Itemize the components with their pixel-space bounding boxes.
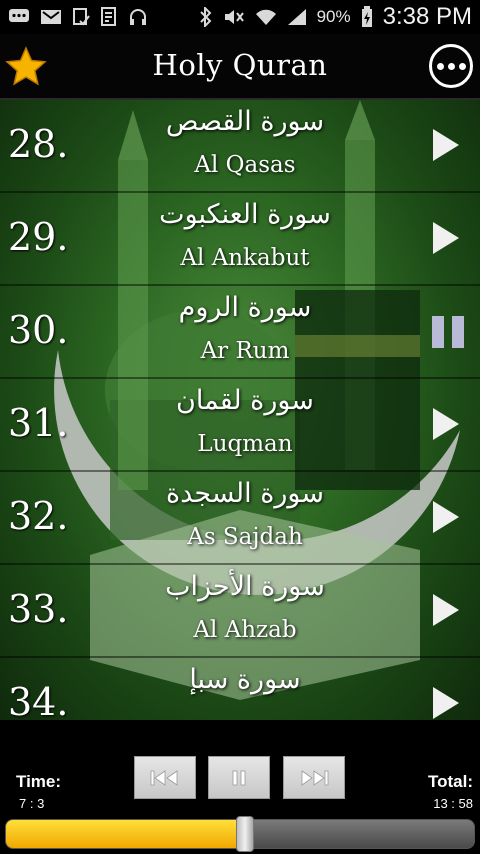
play-icon[interactable]: [433, 594, 459, 626]
surah-arabic-name: سورة لقمان: [176, 385, 314, 416]
surah-number: 31.: [8, 401, 69, 445]
chat-icon: [8, 8, 30, 26]
surah-list[interactable]: 28. سورة القصص Al Qasas 29. سورة العنكبو…: [0, 100, 480, 720]
page-title: Holy Quran: [152, 48, 328, 82]
current-time: 7 : 3: [19, 796, 45, 811]
surah-arabic-name: سورة العنكبوت: [159, 199, 331, 230]
list-item[interactable]: 28. سورة القصص Al Qasas: [0, 100, 480, 193]
play-icon[interactable]: [433, 222, 459, 254]
status-time: 3:38 PM: [382, 3, 472, 30]
play-icon[interactable]: [433, 687, 459, 719]
list-item[interactable]: 30. سورة الروم Ar Rum: [0, 286, 480, 379]
next-icon: [301, 769, 329, 786]
pause-icon: [232, 770, 246, 785]
pause-button[interactable]: [208, 756, 270, 799]
list-item[interactable]: 34. سورة سبإ: [0, 658, 480, 720]
surah-number: 32.: [8, 494, 69, 538]
task-icon: [72, 7, 90, 27]
more-options-icon: [436, 62, 444, 70]
total-time: 13 : 58: [433, 796, 473, 811]
surah-arabic-name: سورة الروم: [178, 292, 312, 323]
mute-icon: [223, 8, 245, 26]
surah-number: 30.: [8, 308, 69, 352]
seek-progress: [6, 820, 246, 848]
bluetooth-icon: [199, 7, 213, 27]
surah-english-name: As Sajdah: [187, 524, 303, 550]
document-icon: [100, 7, 118, 27]
play-icon[interactable]: [433, 501, 459, 533]
surah-arabic-name: سورة السجدة: [166, 478, 324, 509]
surah-english-name: Luqman: [197, 431, 293, 457]
gmail-icon: [40, 9, 62, 25]
surah-number: 33.: [8, 587, 69, 631]
audio-player: Time: 7 : 3 Total: 13 : 58: [0, 720, 480, 854]
status-bar: 90% 3:38 PM: [0, 0, 480, 34]
list-item[interactable]: 31. سورة لقمان Luqman: [0, 379, 480, 472]
status-right: 90% 3:38 PM: [199, 3, 472, 31]
surah-english-name: Ar Rum: [200, 338, 290, 364]
list-item[interactable]: 29. سورة العنكبوت Al Ankabut: [0, 193, 480, 286]
play-icon[interactable]: [433, 129, 459, 161]
list-item[interactable]: 33. سورة الأحزاب Al Ahzab: [0, 565, 480, 658]
next-button[interactable]: [283, 756, 345, 799]
previous-button[interactable]: [134, 756, 196, 799]
list-item[interactable]: 32. سورة السجدة As Sajdah: [0, 472, 480, 565]
battery-percent: 90%: [316, 7, 351, 26]
surah-number: 29.: [8, 215, 69, 259]
seek-thumb[interactable]: [235, 816, 254, 852]
headphones-icon: [128, 8, 148, 26]
status-left: [8, 7, 148, 27]
signal-icon: [287, 8, 307, 26]
time-label: Time:: [16, 772, 62, 791]
battery-icon: [361, 6, 373, 28]
surah-english-name: Al Ahzab: [193, 617, 297, 643]
surah-number: 28.: [8, 122, 69, 166]
app-bar: Holy Quran: [0, 34, 480, 100]
more-options-button[interactable]: [429, 44, 473, 88]
previous-icon: [150, 769, 178, 786]
surah-english-name: Al Qasas: [194, 152, 296, 178]
surah-number: 34.: [8, 680, 69, 720]
wifi-icon: [255, 8, 277, 26]
play-icon[interactable]: [433, 408, 459, 440]
pause-icon[interactable]: [432, 316, 464, 348]
surah-arabic-name: سورة سبإ: [189, 664, 301, 695]
surah-arabic-name: سورة القصص: [165, 106, 325, 137]
total-label: Total:: [427, 772, 473, 791]
surah-english-name: Al Ankabut: [180, 245, 310, 271]
surah-arabic-name: سورة الأحزاب: [165, 571, 325, 602]
